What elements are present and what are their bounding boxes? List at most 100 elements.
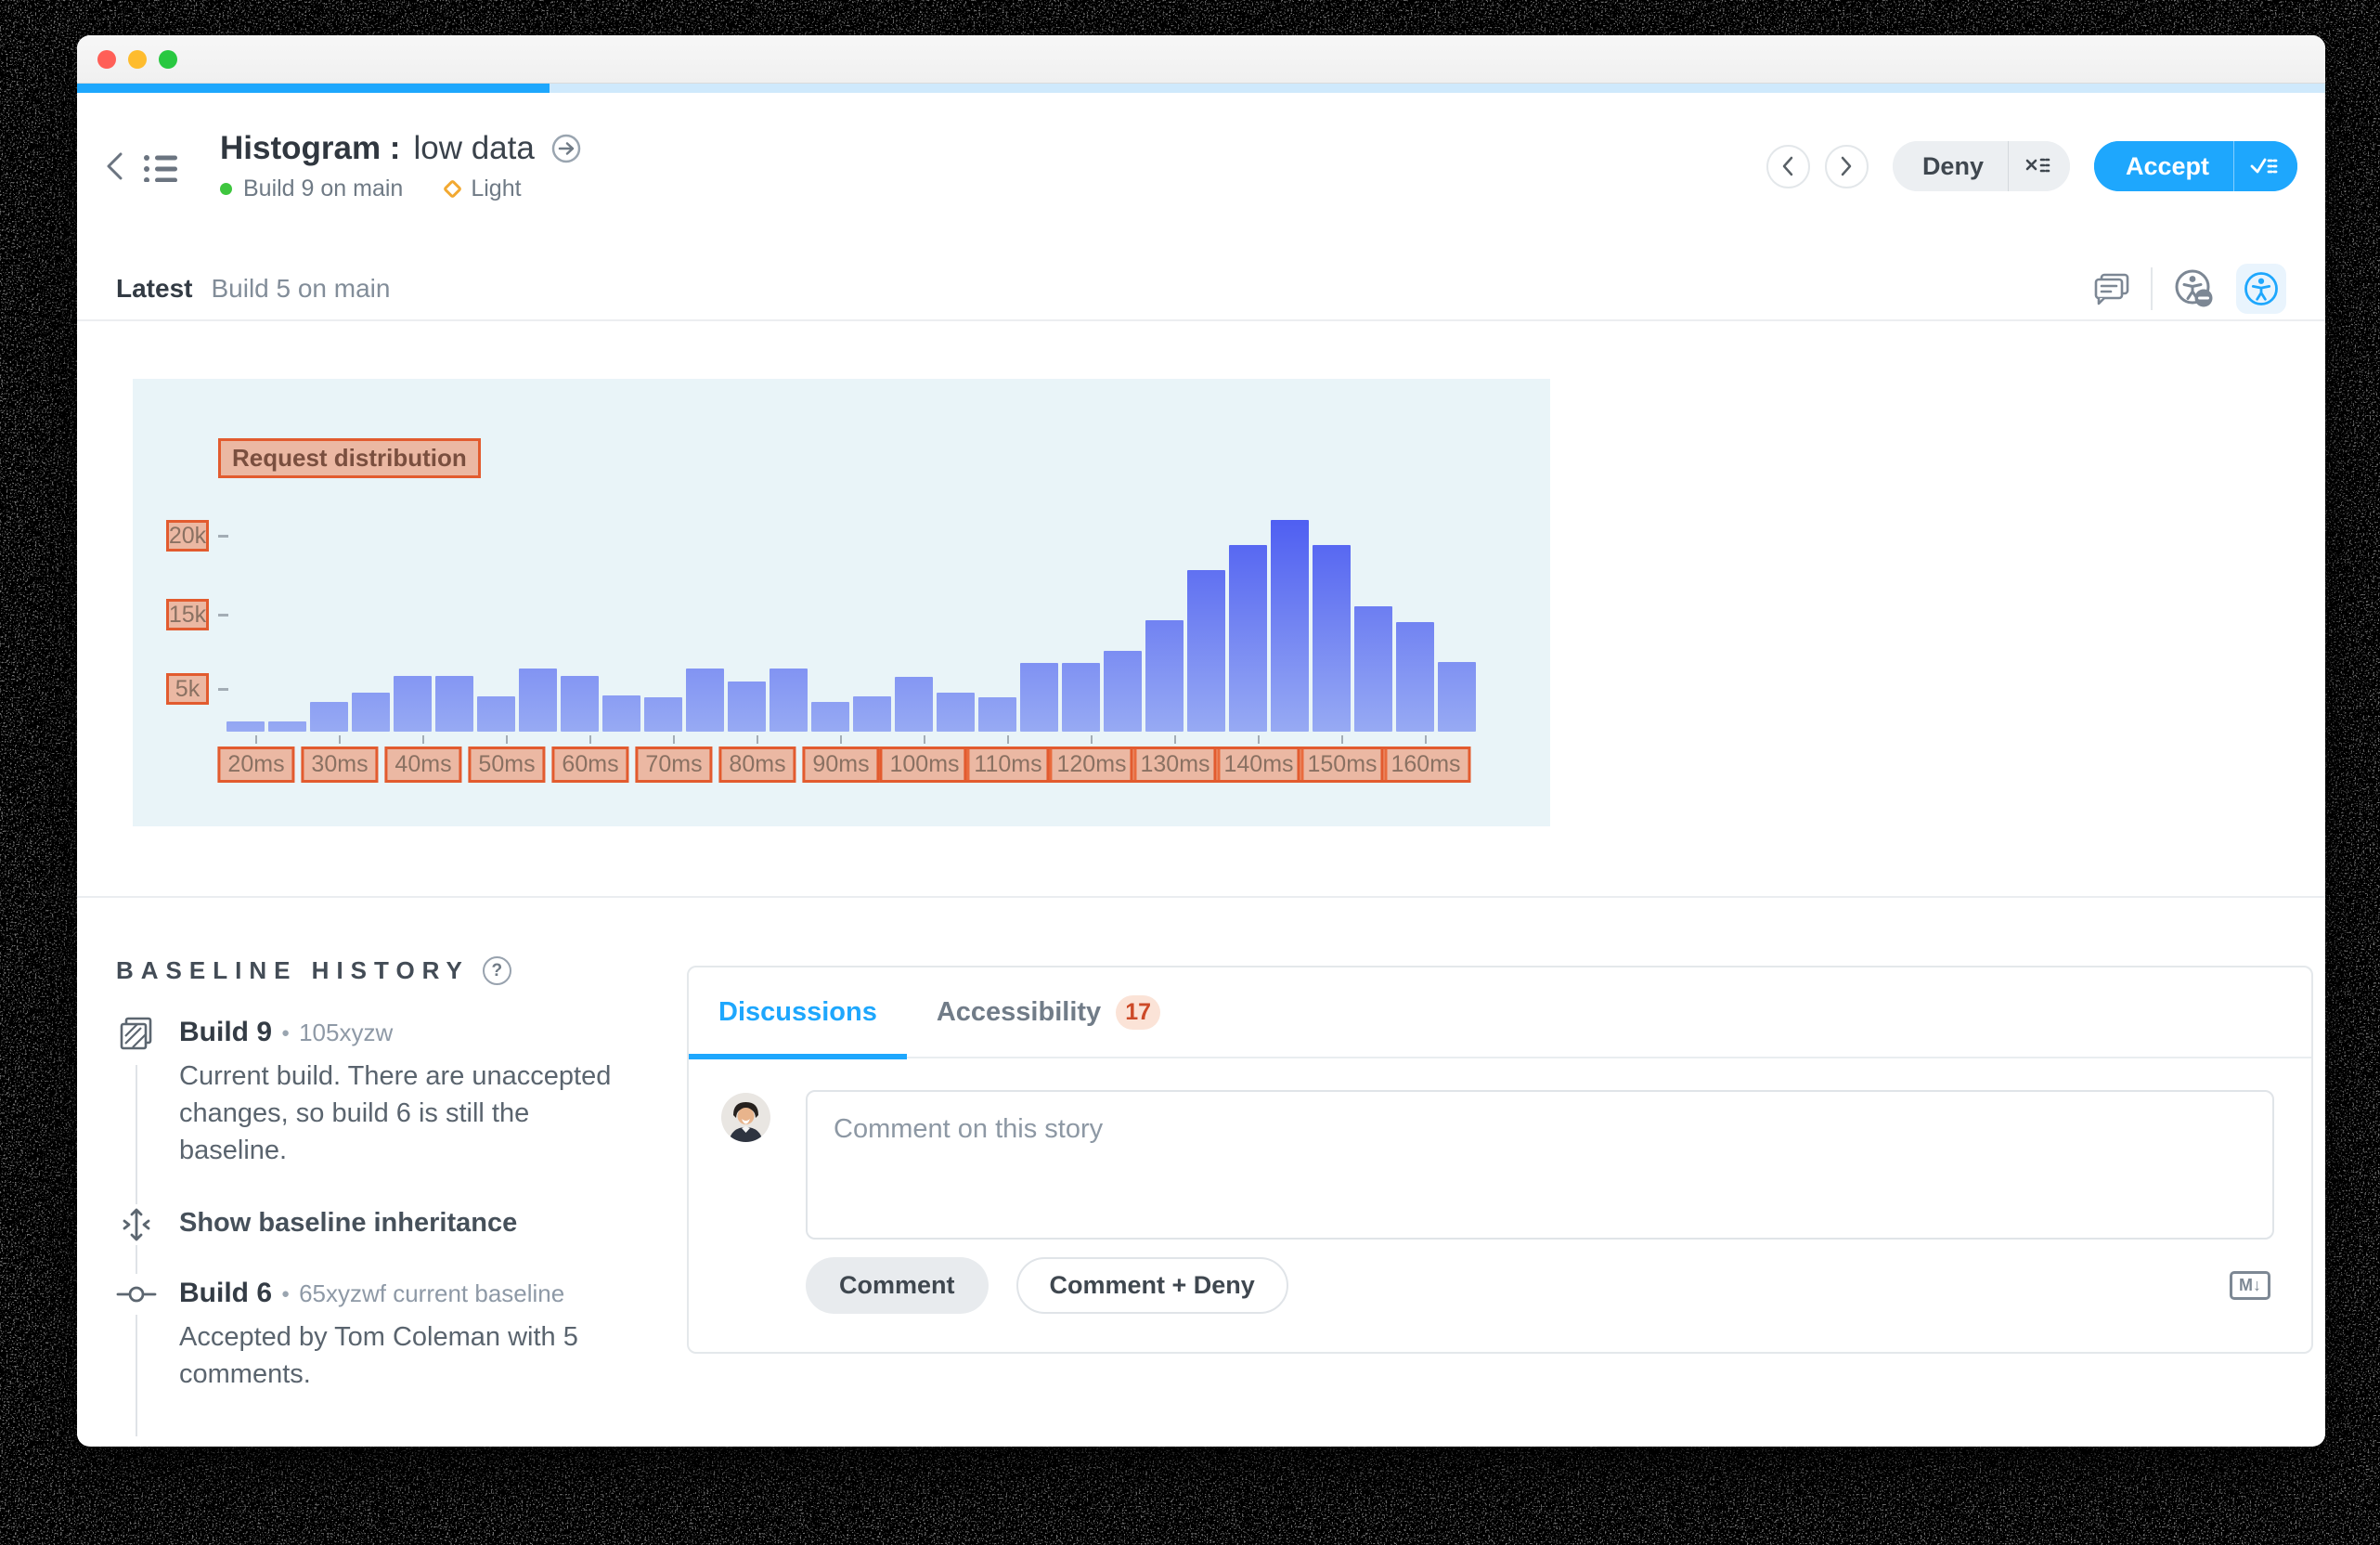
snapshot-icon xyxy=(116,1013,157,1054)
comment-deny-button[interactable]: Comment + Deny xyxy=(1016,1257,1288,1314)
meta-bullet: ● xyxy=(281,1025,290,1041)
build-status-label: Build 9 on main xyxy=(243,175,403,202)
latest-label: Latest xyxy=(116,274,192,304)
x-axis-label: 140ms xyxy=(1213,747,1303,783)
tab-label: Accessibility xyxy=(937,997,1101,1028)
avatar xyxy=(721,1093,770,1142)
x-axis-label: 60ms xyxy=(551,747,628,783)
x-axis-tick xyxy=(1007,735,1009,744)
user-avatar-image xyxy=(721,1093,770,1142)
chart-title: Request distribution xyxy=(218,438,481,478)
theme-label: Light xyxy=(471,175,521,202)
histogram-bar xyxy=(602,695,640,732)
page-title: Histogram : low data xyxy=(220,130,585,167)
accept-batch-icon xyxy=(2249,153,2279,179)
histogram-bar xyxy=(477,696,515,732)
accessibility-on-button[interactable] xyxy=(2236,264,2286,314)
histogram-bar xyxy=(268,721,306,732)
accessibility-off-icon xyxy=(2173,267,2216,310)
x-axis-tick xyxy=(673,735,675,744)
back-button[interactable] xyxy=(99,147,131,186)
comments-toggle-button[interactable] xyxy=(2093,272,2130,305)
build-title[interactable]: Build 6●65xyzwf current baseline xyxy=(179,1278,673,1309)
help-icon[interactable]: ? xyxy=(483,956,511,985)
x-axis-tick xyxy=(339,735,341,744)
accept-batch-button[interactable] xyxy=(2233,141,2297,191)
build-description: Accepted by Tom Coleman with 5 comments. xyxy=(179,1318,625,1393)
deny-button-group: Deny xyxy=(1893,141,2070,191)
deny-batch-icon xyxy=(2024,154,2051,178)
accept-button-group: Accept xyxy=(2094,141,2297,191)
y-axis-tick xyxy=(218,688,228,691)
x-axis-tick xyxy=(506,735,508,744)
zoom-window-button[interactable] xyxy=(159,50,177,69)
next-change-button[interactable] xyxy=(1825,145,1869,188)
prev-change-button[interactable] xyxy=(1766,145,1810,188)
accessibility-off-button[interactable] xyxy=(2173,267,2216,310)
x-axis-tick xyxy=(1174,735,1176,744)
histogram-bar xyxy=(1104,651,1142,732)
close-window-button[interactable] xyxy=(97,50,116,69)
x-axis-tick xyxy=(422,735,424,744)
x-axis-tick xyxy=(1341,735,1343,744)
deny-batch-button[interactable] xyxy=(2008,141,2070,191)
histogram-bar xyxy=(895,677,933,732)
y-axis-label: 20k xyxy=(166,520,209,552)
x-axis-tick xyxy=(1258,735,1260,744)
accessibility-on-icon xyxy=(2243,270,2280,307)
histogram-bar xyxy=(644,697,682,732)
histogram-bar xyxy=(1062,663,1100,732)
component-list-icon xyxy=(142,150,179,182)
composer-actions: Comment Comment + Deny M↓ xyxy=(806,1257,2270,1314)
histogram-bar xyxy=(811,702,849,732)
story-header: Histogram : low data Build 9 on main Lig… xyxy=(99,130,2297,202)
theme-diamond-icon xyxy=(443,179,462,199)
discussion-tabs: DiscussionsAccessibility17 xyxy=(689,967,2311,1058)
section-divider xyxy=(77,896,2325,898)
histogram-bar xyxy=(1145,620,1184,732)
build-status-dot xyxy=(220,183,232,195)
meta-bullet: ● xyxy=(281,1286,290,1302)
build-meta: 65xyzwf current baseline xyxy=(299,1279,564,1307)
x-axis-label: 160ms xyxy=(1380,747,1470,783)
deny-button[interactable]: Deny xyxy=(1893,141,2008,191)
build-progress-fill xyxy=(77,84,550,93)
build-title[interactable]: Build 9●105xyzw xyxy=(179,1017,673,1048)
y-axis-label: 15k xyxy=(166,599,209,630)
histogram-bar xyxy=(519,669,557,732)
tab-discussions[interactable]: Discussions xyxy=(689,967,907,1058)
histogram-bar xyxy=(352,693,390,732)
histogram-bars xyxy=(226,520,1476,732)
chevron-right-icon xyxy=(1839,155,1854,177)
histogram-bar xyxy=(1229,545,1267,732)
x-axis-label: 70ms xyxy=(635,747,712,783)
histogram-bar xyxy=(1313,545,1351,732)
show-baseline-inheritance-link[interactable]: Show baseline inheritance xyxy=(179,1208,517,1238)
app-window: Histogram : low data Build 9 on main Lig… xyxy=(77,35,2325,1447)
histogram-bar xyxy=(937,693,975,732)
tab-accessibility[interactable]: Accessibility17 xyxy=(907,967,1190,1058)
comment-button[interactable]: Comment xyxy=(806,1257,989,1314)
story-list-button[interactable] xyxy=(138,147,183,186)
x-axis-label: 30ms xyxy=(301,747,378,783)
histogram-bar xyxy=(561,676,599,732)
y-axis-tick xyxy=(218,614,228,617)
histogram-bar xyxy=(394,676,432,732)
x-axis-tick xyxy=(1091,735,1093,744)
accept-button[interactable]: Accept xyxy=(2094,141,2233,191)
x-axis-tick xyxy=(924,735,925,744)
histogram-bar xyxy=(1438,662,1476,732)
story-canvas: Request distribution 20k15k5k20ms30ms40m… xyxy=(133,379,1550,826)
comment-input[interactable] xyxy=(806,1090,2274,1240)
histogram-bar xyxy=(978,697,1016,732)
x-axis-label: 120ms xyxy=(1046,747,1136,783)
x-axis-label: 40ms xyxy=(384,747,461,783)
histogram-bar xyxy=(728,682,766,732)
toolbar-divider xyxy=(2151,267,2153,310)
go-to-story-button[interactable] xyxy=(548,130,585,167)
snapshot-toolbar: Latest Build 5 on main xyxy=(77,258,2325,321)
x-axis-label: 50ms xyxy=(468,747,545,783)
histogram-bar xyxy=(1020,663,1058,732)
minimize-window-button[interactable] xyxy=(128,50,147,69)
arrow-right-circle-icon xyxy=(551,134,581,163)
